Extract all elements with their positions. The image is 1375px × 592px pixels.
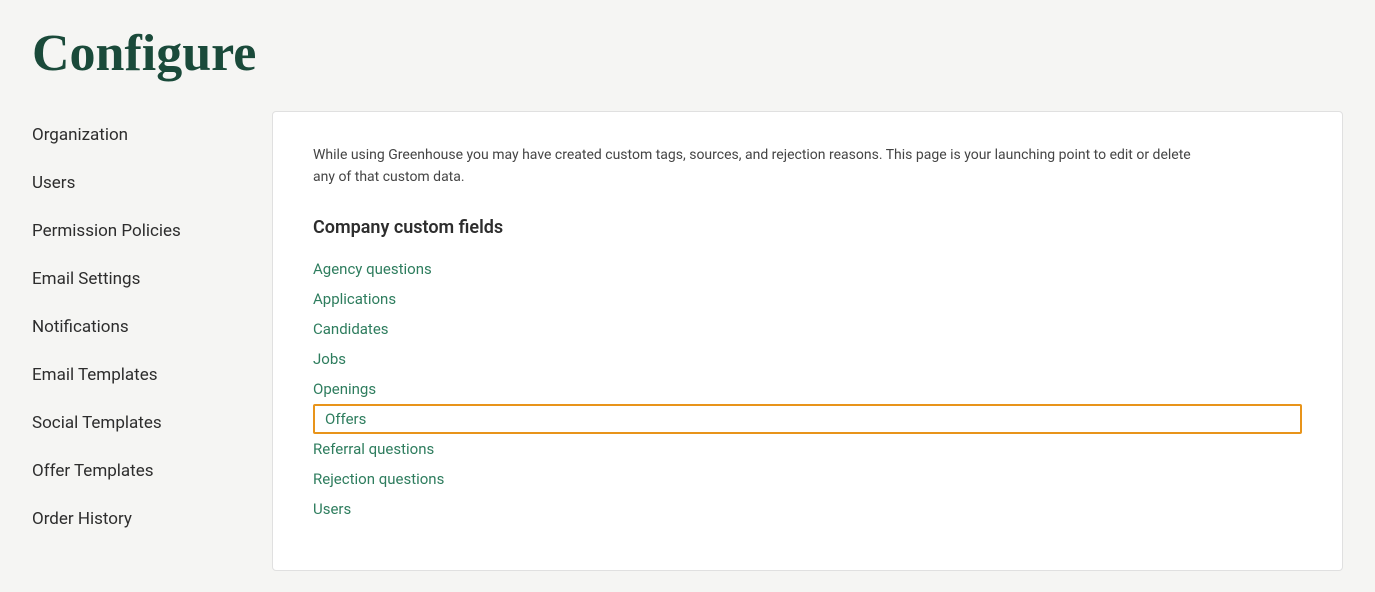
sidebar-item-social-templates[interactable]: Social Templates xyxy=(32,399,272,447)
content-link-referral-questions[interactable]: Referral questions xyxy=(313,434,1302,464)
sidebar-item-notifications[interactable]: Notifications xyxy=(32,303,272,351)
sidebar: OrganizationUsersPermission PoliciesEmai… xyxy=(32,111,272,571)
page-title: Configure xyxy=(32,24,1343,83)
sidebar-item-users[interactable]: Users xyxy=(32,159,272,207)
content-link-rejection-questions[interactable]: Rejection questions xyxy=(313,464,1302,494)
content-link-users[interactable]: Users xyxy=(313,494,1302,524)
content-area: OrganizationUsersPermission PoliciesEmai… xyxy=(32,111,1343,571)
page-container: Configure OrganizationUsersPermission Po… xyxy=(0,0,1375,571)
content-link-candidates[interactable]: Candidates xyxy=(313,314,1302,344)
content-link-offers[interactable]: Offers xyxy=(313,404,1302,434)
sidebar-item-email-settings[interactable]: Email Settings xyxy=(32,255,272,303)
main-content: While using Greenhouse you may have crea… xyxy=(272,111,1343,571)
content-link-jobs[interactable]: Jobs xyxy=(313,344,1302,374)
section-title: Company custom fields xyxy=(313,217,1302,238)
sidebar-item-permission-policies[interactable]: Permission Policies xyxy=(32,207,272,255)
description-text: While using Greenhouse you may have crea… xyxy=(313,144,1213,189)
sidebar-item-email-templates[interactable]: Email Templates xyxy=(32,351,272,399)
content-link-agency-questions[interactable]: Agency questions xyxy=(313,254,1302,284)
sidebar-item-order-history[interactable]: Order History xyxy=(32,495,272,543)
sidebar-item-offer-templates[interactable]: Offer Templates xyxy=(32,447,272,495)
sidebar-item-organization[interactable]: Organization xyxy=(32,111,272,159)
content-link-applications[interactable]: Applications xyxy=(313,284,1302,314)
content-link-openings[interactable]: Openings xyxy=(313,374,1302,404)
links-list: Agency questionsApplicationsCandidatesJo… xyxy=(313,254,1302,524)
